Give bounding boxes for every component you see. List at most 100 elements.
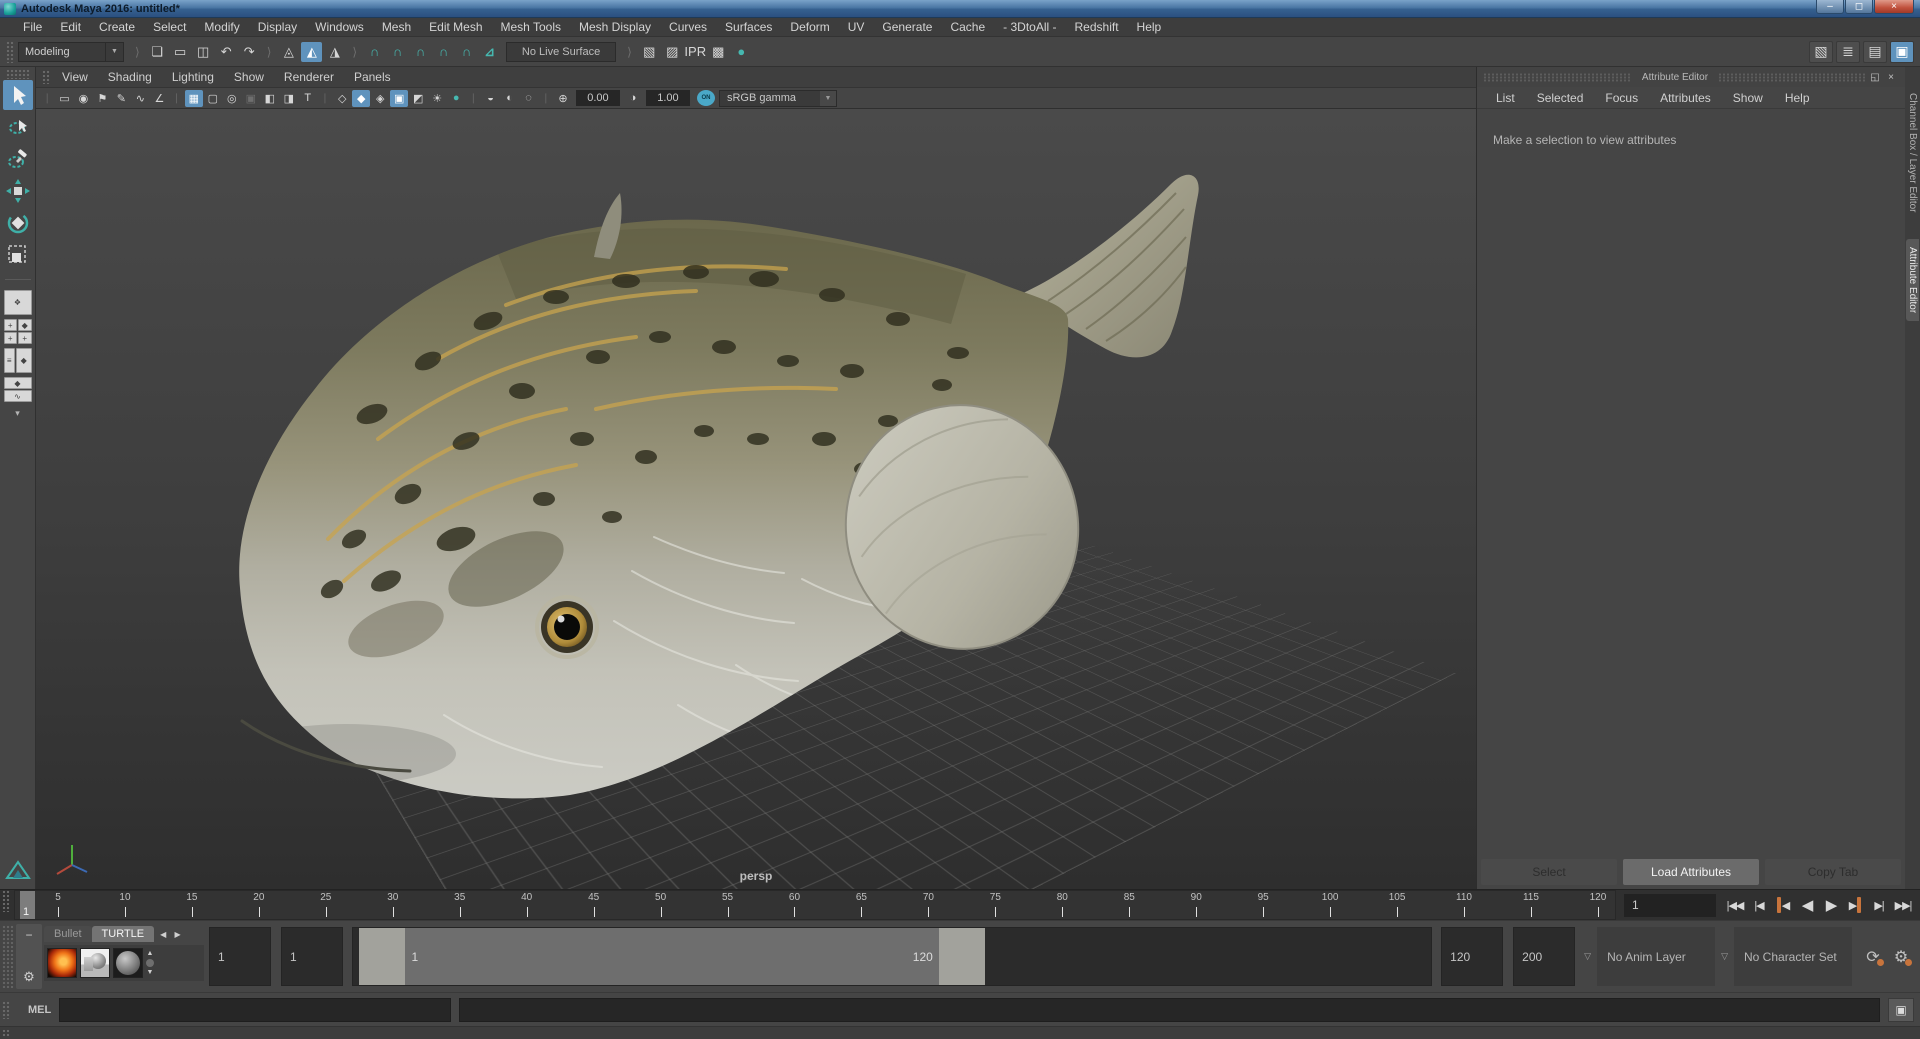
move-tool-icon[interactable]	[3, 176, 33, 206]
menu-item[interactable]: Edit Mesh	[420, 20, 491, 34]
exposure-icon[interactable]: ⊕	[554, 90, 572, 107]
display-region-icon[interactable]: ◧	[261, 90, 279, 107]
menu-item[interactable]: Mesh Display	[570, 20, 660, 34]
menu-item[interactable]: Help	[1128, 20, 1171, 34]
shadows-icon[interactable]: ●	[447, 90, 465, 107]
live-surface-field[interactable]: No Live Surface	[506, 41, 617, 62]
toolbox-extra-icon[interactable]	[4, 860, 31, 885]
camera-attributes-icon[interactable]: ◉	[74, 90, 92, 107]
resolution-gate-icon[interactable]: ◎	[223, 90, 241, 107]
render-view-icon[interactable]: ▧	[639, 42, 660, 62]
smooth-shade-icon[interactable]: ◆	[352, 89, 371, 107]
attribute-editor-menu-item[interactable]: Help	[1774, 91, 1821, 105]
outliner-persp-layout-button[interactable]: ≡ ◆	[3, 348, 32, 373]
exposure-field[interactable]: 0.00	[575, 90, 620, 106]
tool-settings-toggle-icon[interactable]: ≣	[1836, 40, 1860, 63]
command-input-field[interactable]	[59, 997, 452, 1022]
render-current-frame-icon[interactable]: ▨	[662, 42, 683, 62]
attribute-editor-toggle-icon[interactable]: ▣	[1890, 40, 1914, 63]
panel-menu-item[interactable]: Lighting	[162, 70, 224, 84]
save-scene-icon[interactable]: ◫	[193, 42, 214, 62]
wireframe-icon[interactable]: ◇	[333, 90, 351, 107]
select-hierarchy-icon[interactable]: ◬	[278, 42, 299, 62]
range-slider-track[interactable]: 1 120	[352, 927, 1433, 986]
copy-tab-button[interactable]: Copy Tab	[1765, 859, 1901, 885]
safe-display-icon[interactable]: ◨	[280, 90, 298, 107]
menu-item[interactable]: Create	[90, 20, 144, 34]
channel-box-toggle-icon[interactable]: ▤	[1863, 40, 1887, 63]
range-start-handle[interactable]	[359, 928, 406, 985]
isolate-select-icon[interactable]: ◌	[520, 90, 538, 107]
select-button[interactable]: Select	[1481, 859, 1617, 885]
attribute-editor-menu-item[interactable]: Show	[1722, 91, 1774, 105]
menu-item[interactable]: Redshift	[1066, 20, 1128, 34]
menu-item[interactable]: Windows	[306, 20, 373, 34]
attribute-editor-menu-item[interactable]: Focus	[1594, 91, 1649, 105]
script-editor-icon[interactable]: ▣	[1888, 997, 1914, 1022]
go-to-start-button[interactable]: |◀◀	[1724, 895, 1746, 915]
undo-icon[interactable]: ↶	[216, 42, 237, 62]
menu-item[interactable]: UV	[839, 20, 874, 34]
measure-icon[interactable]: ∠	[150, 90, 168, 107]
current-frame-marker[interactable]: 1	[20, 891, 35, 919]
single-pane-layout-button[interactable]: ❖	[3, 290, 32, 315]
attribute-editor-menu-item[interactable]: List	[1485, 91, 1526, 105]
close-panel-icon[interactable]: ×	[1883, 70, 1899, 84]
attribute-editor-menu-item[interactable]: Selected	[1526, 91, 1595, 105]
scale-tool-icon[interactable]	[3, 240, 33, 270]
wireframe-on-shaded-icon[interactable]: ◈	[371, 90, 389, 107]
panel-menu-item[interactable]: Shading	[98, 70, 162, 84]
channel-box-layer-editor-tab[interactable]: Channel Box / Layer Editor	[1906, 85, 1919, 221]
menu-item[interactable]: Select	[144, 20, 195, 34]
make-live-icon[interactable]: ⊿	[479, 42, 500, 62]
timeline-drag-handle[interactable]	[2, 890, 10, 912]
snap-to-grid-icon[interactable]: ∩	[364, 42, 385, 62]
auto-keyframe-icon[interactable]: ⚙	[1890, 946, 1912, 968]
fish-model[interactable]	[36, 109, 1476, 881]
contrast-icon[interactable]: ◑	[624, 90, 642, 107]
render-sphere-icon[interactable]: ●	[731, 42, 752, 62]
four-pane-layout-button[interactable]: + + ◆ +	[3, 319, 32, 344]
preferences-gear-icon[interactable]: ⚙	[23, 969, 35, 985]
layout-more-icon[interactable]: ▾	[15, 408, 20, 419]
command-language-toggle[interactable]: MEL	[12, 1004, 59, 1016]
film-gate-icon[interactable]: ▢	[204, 90, 222, 107]
restore-button[interactable]: ◻	[1845, 0, 1873, 14]
playback-end-field[interactable]: 120	[1441, 927, 1504, 986]
anim-layer-dropdown[interactable]: No Anim Layer	[1597, 927, 1716, 986]
snap-to-projected-center-icon[interactable]: ∩	[433, 42, 454, 62]
menu-item[interactable]: - 3DtoAll -	[994, 20, 1065, 34]
panel-drag-handle[interactable]	[42, 70, 50, 84]
menu-set-dropdown[interactable]: Modeling	[18, 41, 106, 62]
new-scene-icon[interactable]: ❏	[147, 42, 168, 62]
character-set-dropdown[interactable]: No Character Set	[1734, 927, 1852, 986]
undock-panel-icon[interactable]: ◱	[1867, 70, 1883, 84]
tab-scroll-arrows-icon[interactable]: ◀ ▶	[154, 930, 184, 939]
go-to-end-button[interactable]: ▶▶|	[1892, 895, 1914, 915]
step-back-key-button[interactable]: ◀	[1772, 895, 1794, 915]
load-attributes-button[interactable]: Load Attributes	[1623, 859, 1759, 885]
menu-item[interactable]: Surfaces	[716, 20, 781, 34]
playback-start-field[interactable]: 1	[281, 927, 343, 986]
lasso-tool-icon[interactable]	[3, 112, 33, 142]
use-default-material-icon[interactable]: ◩	[409, 90, 427, 107]
menu-item[interactable]: Modify	[195, 20, 248, 34]
step-forward-frame-button[interactable]: ▶|	[1868, 895, 1890, 915]
bookmark-icon[interactable]: ⚑	[93, 90, 111, 107]
range-drag-handle[interactable]	[2, 925, 14, 988]
color-transform-arrow-icon[interactable]: ▼	[819, 90, 836, 106]
panel-menu-item[interactable]: Show	[224, 70, 274, 84]
contrast-field[interactable]: 1.00	[645, 90, 690, 106]
motion-trail-icon[interactable]: ∿	[131, 90, 149, 107]
snap-to-point-icon[interactable]: ∩	[410, 42, 431, 62]
command-line-drag-handle[interactable]	[2, 1000, 10, 1019]
panel-menu-item[interactable]: Renderer	[274, 70, 344, 84]
collapse-icon[interactable]: −	[25, 928, 32, 942]
title-bar[interactable]: Autodesk Maya 2016: untitled* – ◻ ×	[0, 0, 1920, 18]
play-forwards-button[interactable]: ▶	[1820, 895, 1842, 915]
snap-to-curve-icon[interactable]: ∩	[387, 42, 408, 62]
modeling-toolkit-toggle-icon[interactable]: ▧	[1809, 40, 1833, 63]
rotate-tool-icon[interactable]	[3, 208, 33, 238]
menu-item[interactable]: Edit	[51, 20, 90, 34]
minimize-button[interactable]: –	[1816, 0, 1844, 14]
